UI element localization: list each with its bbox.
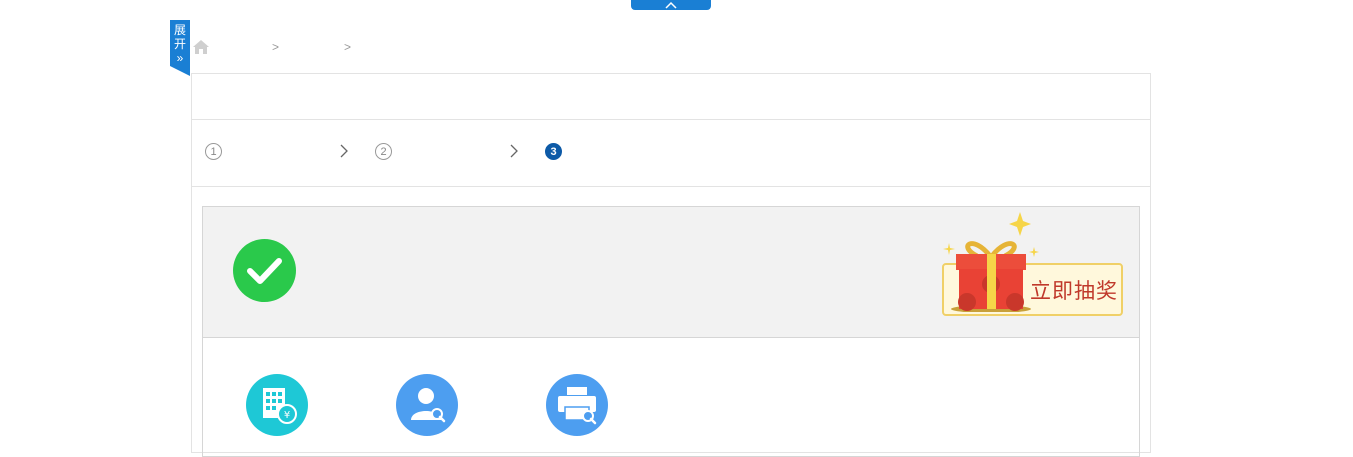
success-banner: 立即抽奖 — [202, 206, 1140, 338]
chevron-right-icon — [340, 144, 348, 158]
double-chevron-icon: » — [176, 51, 184, 65]
step-3-number-active: 3 — [545, 143, 562, 160]
tab-fold-decoration — [170, 66, 190, 76]
breadcrumb-separator: > — [344, 40, 352, 54]
building-payment-icon[interactable]: ¥ — [246, 374, 308, 436]
main-panel: 1 2 3 立即抽奖 ¥ — [191, 73, 1151, 457]
chevron-right-icon — [510, 144, 518, 158]
home-icon[interactable] — [192, 39, 210, 55]
expand-label-char-1: 展 — [173, 23, 186, 37]
quick-actions-area: ¥ — [202, 337, 1140, 457]
printer-search-icon[interactable] — [546, 374, 608, 436]
expand-sidebar-tab[interactable]: 展 开 » — [170, 20, 190, 66]
gift-icon — [943, 212, 1039, 312]
breadcrumb-separator: > — [272, 40, 280, 54]
check-icon — [233, 239, 296, 302]
progress-steps: 1 2 3 — [192, 120, 1150, 187]
lottery-label: 立即抽奖 — [1030, 280, 1118, 303]
step-1-number: 1 — [205, 143, 222, 160]
step-2-number: 2 — [375, 143, 392, 160]
expand-label-char-2: 开 — [173, 37, 186, 51]
collapse-toggle-button[interactable] — [631, 0, 711, 10]
chevron-up-icon — [665, 1, 677, 9]
svg-text:¥: ¥ — [284, 410, 290, 421]
panel-header — [192, 74, 1150, 120]
user-search-icon[interactable] — [396, 374, 458, 436]
